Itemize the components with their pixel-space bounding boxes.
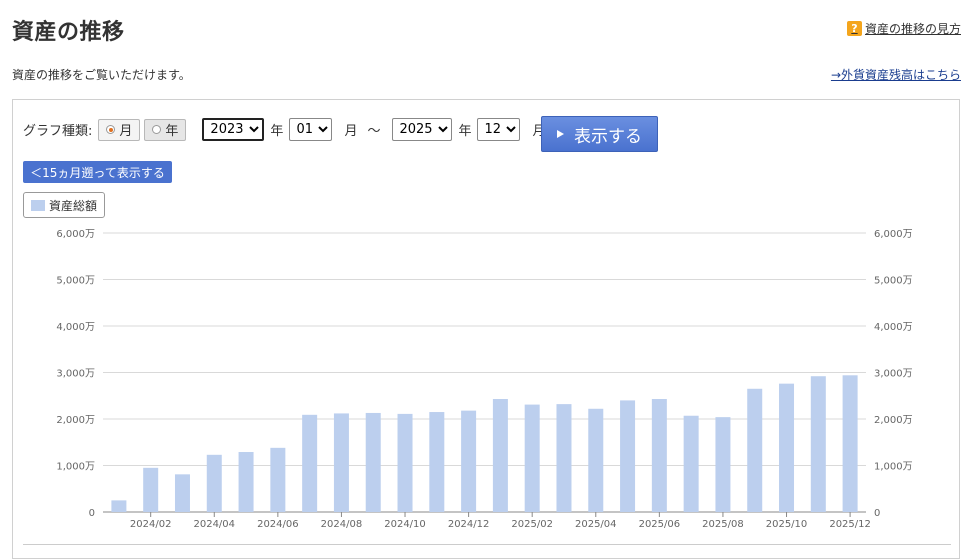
x-tick-label: 2024/08 <box>321 519 363 530</box>
bar <box>747 388 763 512</box>
bar <box>683 415 699 512</box>
bar <box>143 467 159 512</box>
x-tick-label: 2025/02 <box>511 519 553 530</box>
bar <box>461 410 477 512</box>
x-tick-label: 2024/12 <box>448 519 490 530</box>
help-link[interactable]: ? 資産の推移の見方 <box>846 20 961 37</box>
bar <box>174 474 190 512</box>
x-tick-label: 2024/04 <box>193 519 235 530</box>
bar <box>492 399 508 512</box>
y-tick-label-right: 2,000万 <box>874 415 913 426</box>
x-tick-label: 2024/10 <box>384 519 426 530</box>
page-title: 資産の推移 <box>12 20 125 45</box>
bar <box>651 399 667 512</box>
x-tick-label: 2025/08 <box>702 519 744 530</box>
y-tick-label: 5,000万 <box>56 276 95 287</box>
y-tick-label-right: 1,000万 <box>874 462 913 473</box>
y-tick-label-right: 0 <box>874 508 880 519</box>
bar <box>524 404 540 512</box>
y-tick-label-right: 6,000万 <box>874 229 913 240</box>
bar <box>302 414 318 512</box>
x-tick-label: 2025/04 <box>575 519 617 530</box>
y-tick-label: 2,000万 <box>56 415 95 426</box>
bar <box>588 408 604 512</box>
y-tick-label-right: 4,000万 <box>874 322 913 333</box>
question-icon: ? <box>846 21 862 36</box>
y-tick-label: 0 <box>89 508 95 519</box>
x-tick-label: 2024/02 <box>130 519 172 530</box>
x-tick-label: 2025/10 <box>766 519 808 530</box>
bottom-divider <box>23 544 951 545</box>
bar <box>810 376 826 512</box>
bar <box>556 404 572 512</box>
bar <box>397 413 413 512</box>
x-tick-label: 2025/06 <box>639 519 681 530</box>
y-tick-label: 6,000万 <box>56 229 95 240</box>
y-tick-label-right: 3,000万 <box>874 369 913 380</box>
y-tick-label: 4,000万 <box>56 322 95 333</box>
asset-bar-chart: 0 0 1,000万 1,000万 2,000万 2,000万 3,000万 3,000万 4,… <box>56 229 913 530</box>
bar <box>333 413 349 512</box>
chart-panel: グラフ種類: 月 年 2023 年 01 月 ～ 2025 年 12 月 表示す… <box>12 99 960 559</box>
bar <box>206 454 222 512</box>
x-tick-label: 2024/06 <box>257 519 299 530</box>
bar <box>620 400 636 512</box>
bar <box>365 412 381 512</box>
bar <box>779 383 795 512</box>
bar <box>111 500 127 512</box>
y-tick-label: 3,000万 <box>56 369 95 380</box>
bar <box>270 447 286 512</box>
bar <box>238 452 254 512</box>
bar <box>715 417 731 512</box>
foreign-currency-link[interactable]: →外貨資産残高はこちら <box>831 66 961 83</box>
bar <box>429 412 445 512</box>
page-description: 資産の推移をご覧いただけます。 <box>12 68 191 82</box>
bar <box>842 375 858 512</box>
help-link-label: 資産の推移の見方 <box>864 22 961 36</box>
y-tick-label: 1,000万 <box>56 462 95 473</box>
x-tick-label: 2025/12 <box>829 519 871 530</box>
y-tick-label-right: 5,000万 <box>874 276 913 287</box>
